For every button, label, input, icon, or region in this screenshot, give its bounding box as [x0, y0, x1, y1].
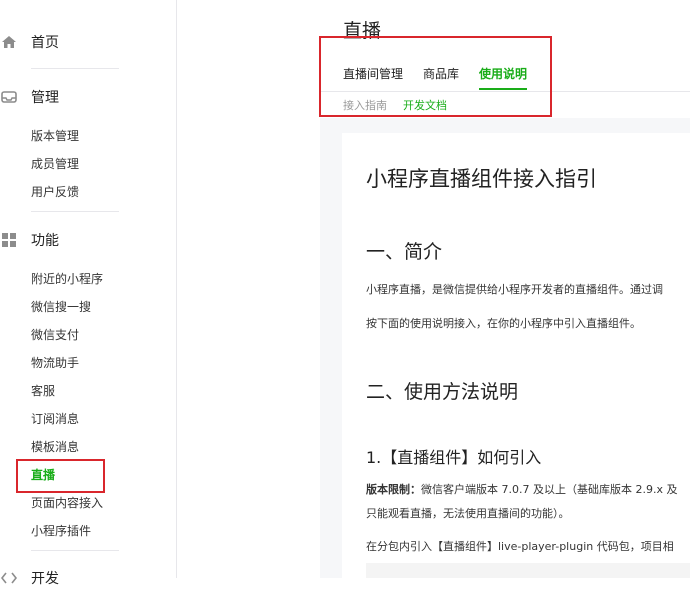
- sidebar-item-plugin[interactable]: 小程序插件: [31, 522, 91, 540]
- doc-subsection: 1.【直播组件】如何引入: [366, 448, 542, 467]
- nav-dev-label: 开发: [31, 571, 59, 587]
- sidebar-item-search[interactable]: 微信搜一搜: [31, 298, 91, 316]
- nav-manage[interactable]: 管理: [0, 85, 59, 109]
- sidebar-item-content[interactable]: 页面内容接入: [31, 494, 103, 512]
- nav-features[interactable]: 功能: [0, 228, 59, 252]
- sidebar-item-service[interactable]: 客服: [31, 382, 55, 400]
- doc-version-limit-text: 微信客户端版本 7.0.7 及以上（基础库版本 2.9.x 及: [421, 483, 678, 496]
- doc-paragraph: 小程序直播，是微信提供给小程序开发者的直播组件。通过调: [366, 283, 663, 296]
- doc-paragraph: 在分包内引入【直播组件】live-player-plugin 代码包，项目相: [366, 540, 674, 553]
- code-icon: [0, 569, 18, 587]
- sidebar-item-template[interactable]: 模板消息: [31, 438, 79, 456]
- divider: [31, 550, 119, 551]
- nav-home-label: 首页: [31, 35, 59, 51]
- nav-dev[interactable]: 开发: [0, 566, 59, 590]
- doc-paragraph: 只能观看直播，无法使用直播间的功能）。: [366, 507, 570, 520]
- sidebar-item-feedback[interactable]: 用户反馈: [31, 183, 79, 201]
- doc-panel: 小程序直播组件接入指引 一、简介 小程序直播，是微信提供给小程序开发者的直播组件…: [342, 133, 690, 578]
- doc-version-limit-label: 版本限制：: [366, 483, 421, 496]
- divider: [31, 68, 119, 69]
- inbox-icon: [0, 88, 18, 106]
- grid-icon: [0, 231, 18, 249]
- sidebar-item-subscribe[interactable]: 订阅消息: [31, 410, 79, 428]
- doc-section-intro: 一、简介: [366, 241, 443, 263]
- sidebar-item-version[interactable]: 版本管理: [31, 127, 79, 145]
- sidebar-item-pay[interactable]: 微信支付: [31, 326, 79, 344]
- doc-paragraph: 按下面的使用说明接入，在你的小程序中引入直播组件。: [366, 317, 641, 330]
- doc-title: 小程序直播组件接入指引: [366, 167, 597, 191]
- doc-section-usage: 二、使用方法说明: [366, 381, 519, 403]
- highlight-box-tabs: [319, 36, 552, 117]
- nav-manage-label: 管理: [31, 90, 59, 106]
- divider: [31, 211, 119, 212]
- doc-code-block: [366, 563, 690, 578]
- sidebar: 首页 管理 版本管理 成员管理 用户反馈 功能 附近的小程序 微信搜一搜 微信支…: [0, 0, 177, 587]
- doc-version-limit: 版本限制：微信客户端版本 7.0.7 及以上（基础库版本 2.9.x 及: [366, 481, 677, 497]
- sidebar-item-members[interactable]: 成员管理: [31, 155, 79, 173]
- nav-home[interactable]: 首页: [0, 30, 59, 54]
- highlight-box-live: [16, 459, 105, 493]
- home-icon: [0, 33, 18, 51]
- sidebar-item-logistics[interactable]: 物流助手: [31, 354, 79, 372]
- nav-features-label: 功能: [31, 233, 59, 249]
- sidebar-item-nearby[interactable]: 附近的小程序: [31, 270, 103, 288]
